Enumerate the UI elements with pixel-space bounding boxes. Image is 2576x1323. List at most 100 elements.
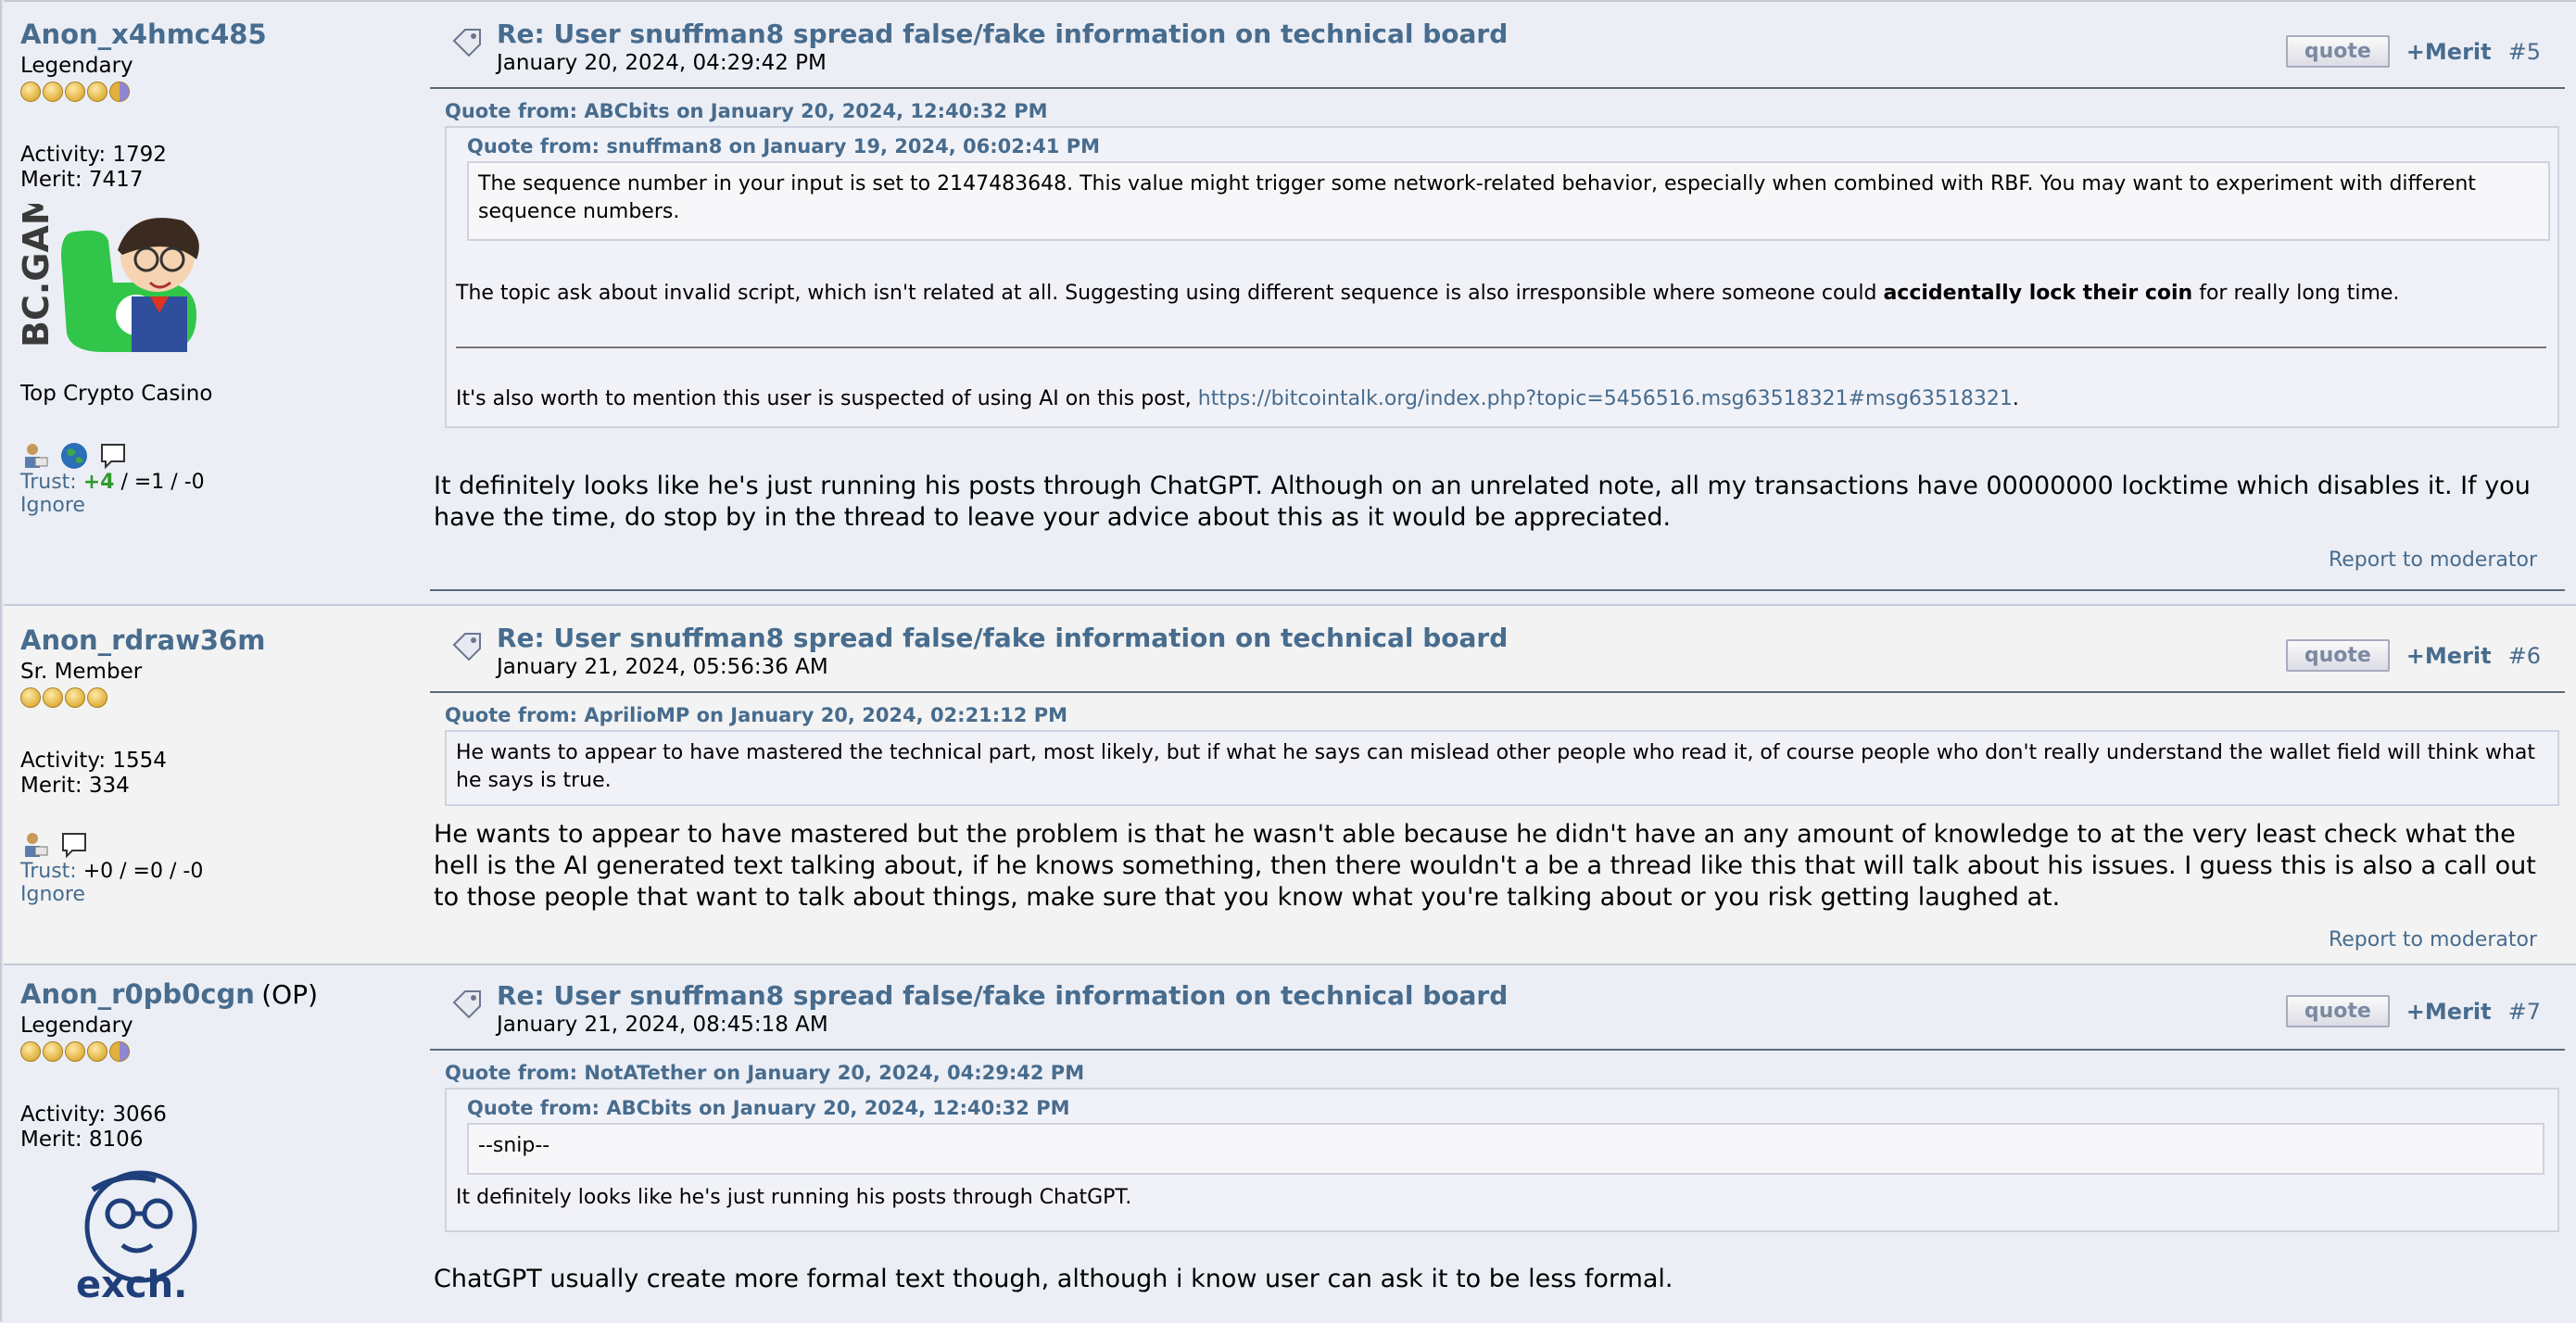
post-number-link[interactable]: #6 [2508, 643, 2541, 669]
quote-text: It definitely looks like he's just runni… [456, 1186, 1132, 1209]
poster-info: Anon_x4hmc485 Legendary Activity: 1792 M… [16, 19, 410, 517]
activity-stat: Activity: 3066 [20, 1102, 167, 1127]
trust-label[interactable]: Trust: [20, 471, 77, 494]
quote-header-link[interactable]: Quote from: ABCbits on January 20, 2024,… [467, 1097, 1070, 1119]
quote-text: It's also worth to mention this user is … [456, 385, 2546, 413]
nested-quote-text: --snip-- [478, 1134, 550, 1157]
op-badge: (OP) [261, 979, 319, 1010]
username-link[interactable]: Anon_x4hmc485 [20, 19, 410, 50]
post-header: Re: User snuffman8 spread false/fake inf… [448, 980, 1508, 1037]
signature-text[interactable]: Top Crypto Casino [20, 382, 410, 406]
avatar-logo: exch. [76, 1264, 187, 1299]
message-icon[interactable] [59, 830, 89, 860]
user-rank: Legendary [20, 54, 133, 78]
post-body: Re: User snuffman8 spread false/fake inf… [430, 2, 2565, 604]
trust-positive: +0 [82, 860, 114, 883]
quote-button[interactable]: quote [2285, 35, 2390, 68]
quote-text-part: for really long time. [2192, 282, 2400, 305]
post: Anon_r0pb0cgn (OP) Legendary Activity: 3… [4, 964, 2576, 1323]
poster-info: Anon_r0pb0cgn (OP) Legendary Activity: 3… [20, 978, 410, 1306]
poster-info: Anon_rdraw36m Sr. Member Activity: 1554 … [20, 624, 410, 906]
quote-link[interactable]: https://bitcointalk.org/index.php?topic=… [1198, 387, 2013, 410]
trust-score[interactable]: Trust: +0 / =0 / -0 [20, 860, 410, 883]
star-icon [65, 687, 85, 708]
quote-header-link[interactable]: Quote from: AprilioMP on January 20, 202… [445, 704, 1067, 726]
quote-hr [456, 346, 2546, 348]
post-number-link[interactable]: #5 [2508, 39, 2541, 65]
post-header: Re: User snuffman8 spread false/fake inf… [448, 19, 1508, 75]
star-icon [109, 82, 130, 102]
profile-icons [20, 441, 410, 471]
message-icon[interactable] [98, 441, 128, 471]
star-icon [87, 687, 107, 708]
divider [430, 1049, 2565, 1051]
quote-button[interactable]: quote [2285, 639, 2390, 672]
report-link[interactable]: Report to moderator [2329, 548, 2537, 572]
post-body: Re: User snuffman8 spread false/fake inf… [430, 965, 2565, 1323]
nested-quote-block [467, 1123, 2544, 1175]
avatar: BC.GAME [16, 166, 234, 361]
quote-text: He wants to appear to have mastered the … [456, 741, 2536, 792]
quote-header-link[interactable]: Quote from: NotATether on January 20, 20… [445, 1062, 1084, 1084]
divider [430, 87, 2565, 89]
post-text: He wants to appear to have mastered but … [434, 820, 2536, 912]
star-icon [65, 82, 85, 102]
rank-stars [20, 1041, 410, 1062]
post: Anon_x4hmc485 Legendary Activity: 1792 M… [4, 0, 2576, 604]
profile-icon[interactable] [20, 441, 50, 471]
trust-rest: / =1 / -0 [120, 471, 205, 494]
star-icon [43, 82, 63, 102]
merit-stat: Merit: 8106 [20, 1128, 144, 1152]
quote-text: The topic ask about invalid script, whic… [456, 280, 2546, 308]
rank-stars [20, 82, 410, 102]
merit-button[interactable]: +Merit [2406, 999, 2492, 1025]
post-subject-link[interactable]: Re: User snuffman8 spread false/fake inf… [497, 19, 1508, 49]
merit-stat: Merit: 7417 [20, 168, 144, 192]
star-icon [20, 1041, 41, 1062]
post-number-link[interactable]: #7 [2508, 999, 2541, 1025]
profile-icon[interactable] [20, 830, 50, 860]
activity-stat: Activity: 1792 [20, 143, 167, 167]
star-icon [43, 1041, 63, 1062]
quote-header-link[interactable]: Quote from: snuffman8 on January 19, 202… [467, 135, 1100, 158]
ignore-link[interactable]: Ignore [20, 883, 410, 906]
post-subject-link[interactable]: Re: User snuffman8 spread false/fake inf… [497, 980, 1508, 1011]
post-header: Re: User snuffman8 spread false/fake inf… [448, 623, 1508, 679]
trust-label[interactable]: Trust: [20, 860, 77, 883]
star-icon [20, 687, 41, 708]
trust-positive: +4 [82, 471, 115, 494]
ignore-link[interactable]: Ignore [20, 494, 410, 517]
report-link[interactable]: Report to moderator [2329, 928, 2537, 951]
avatar: exch. [67, 1169, 252, 1306]
star-icon [109, 1041, 130, 1062]
avatar-logo: BC.GAME [20, 204, 57, 347]
post-date: January 21, 2024, 05:56:36 AM [497, 655, 828, 679]
post-date: January 20, 2024, 04:29:42 PM [497, 51, 827, 75]
user-rank: Legendary [20, 1014, 133, 1038]
topic-icon [452, 633, 481, 662]
star-icon [65, 1041, 85, 1062]
quote-button[interactable]: quote [2285, 995, 2390, 1027]
topic-icon [452, 990, 481, 1019]
quote-header-link[interactable]: Quote from: ABCbits on January 20, 2024,… [445, 100, 1048, 122]
divider [430, 691, 2565, 693]
forum-thread: Anon_x4hmc485 Legendary Activity: 1792 M… [0, 0, 2576, 1323]
post-actions: quote +Merit #5 [2285, 35, 2541, 68]
merit-button[interactable]: +Merit [2406, 39, 2492, 65]
merit-button[interactable]: +Merit [2406, 643, 2492, 669]
quote-text-part: . [2012, 387, 2019, 410]
globe-icon[interactable] [59, 441, 89, 471]
divider [430, 589, 2565, 591]
star-icon [87, 1041, 107, 1062]
merit-stat: Merit: 334 [20, 774, 130, 798]
post-subject-link[interactable]: Re: User snuffman8 spread false/fake inf… [497, 623, 1508, 653]
username-link[interactable]: Anon_r0pb0cgn [20, 978, 255, 1010]
post-body: Re: User snuffman8 spread false/fake inf… [430, 606, 2565, 965]
trust-score[interactable]: Trust: +4 / =1 / -0 [20, 471, 410, 494]
activity-stat: Activity: 1554 [20, 749, 167, 773]
username-link[interactable]: Anon_rdraw36m [20, 624, 410, 656]
quote-text-part: The topic ask about invalid script, whic… [456, 282, 1884, 305]
user-rank: Sr. Member [20, 660, 143, 684]
star-icon [43, 687, 63, 708]
trust-rest: / =0 / -0 [120, 860, 204, 883]
